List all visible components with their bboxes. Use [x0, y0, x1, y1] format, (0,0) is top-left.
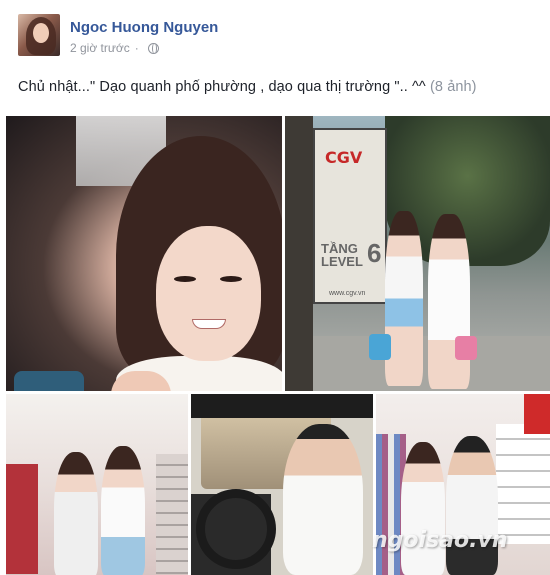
post-header: Ngoc Huong Nguyen 2 giờ trước · — [18, 14, 538, 62]
post-caption: Chủ nhật..." Dạo quanh phố phường , dạo … — [18, 79, 477, 95]
sign-level-number: 6 — [367, 238, 382, 268]
photo-shop-girls[interactable] — [6, 394, 188, 575]
sign-brand: CGV — [325, 148, 363, 167]
post-meta: 2 giờ trước · — [70, 41, 159, 55]
separator-dot: · — [134, 41, 139, 55]
sign-url: www.cgv.vn — [329, 290, 366, 297]
caption-text: Chủ nhật..." Dạo quanh phố phường , dạo … — [18, 79, 426, 95]
photo-cgv-sign[interactable]: CGV TẦNG LEVEL 6 www.cgv.vn — [285, 116, 550, 391]
watermark: ngoisao.vn — [372, 528, 508, 553]
cgv-sign: CGV TẦNG LEVEL 6 www.cgv.vn — [313, 128, 387, 304]
photo-man-driving[interactable] — [191, 394, 373, 575]
author-name[interactable]: Ngoc Huong Nguyen — [70, 19, 218, 36]
timestamp[interactable]: 2 giờ trước — [70, 41, 130, 55]
avatar[interactable] — [18, 14, 60, 56]
photo-count[interactable]: (8 ảnh) — [430, 79, 477, 95]
globe-icon[interactable] — [147, 42, 159, 54]
photo-selfie-car[interactable] — [6, 116, 282, 391]
